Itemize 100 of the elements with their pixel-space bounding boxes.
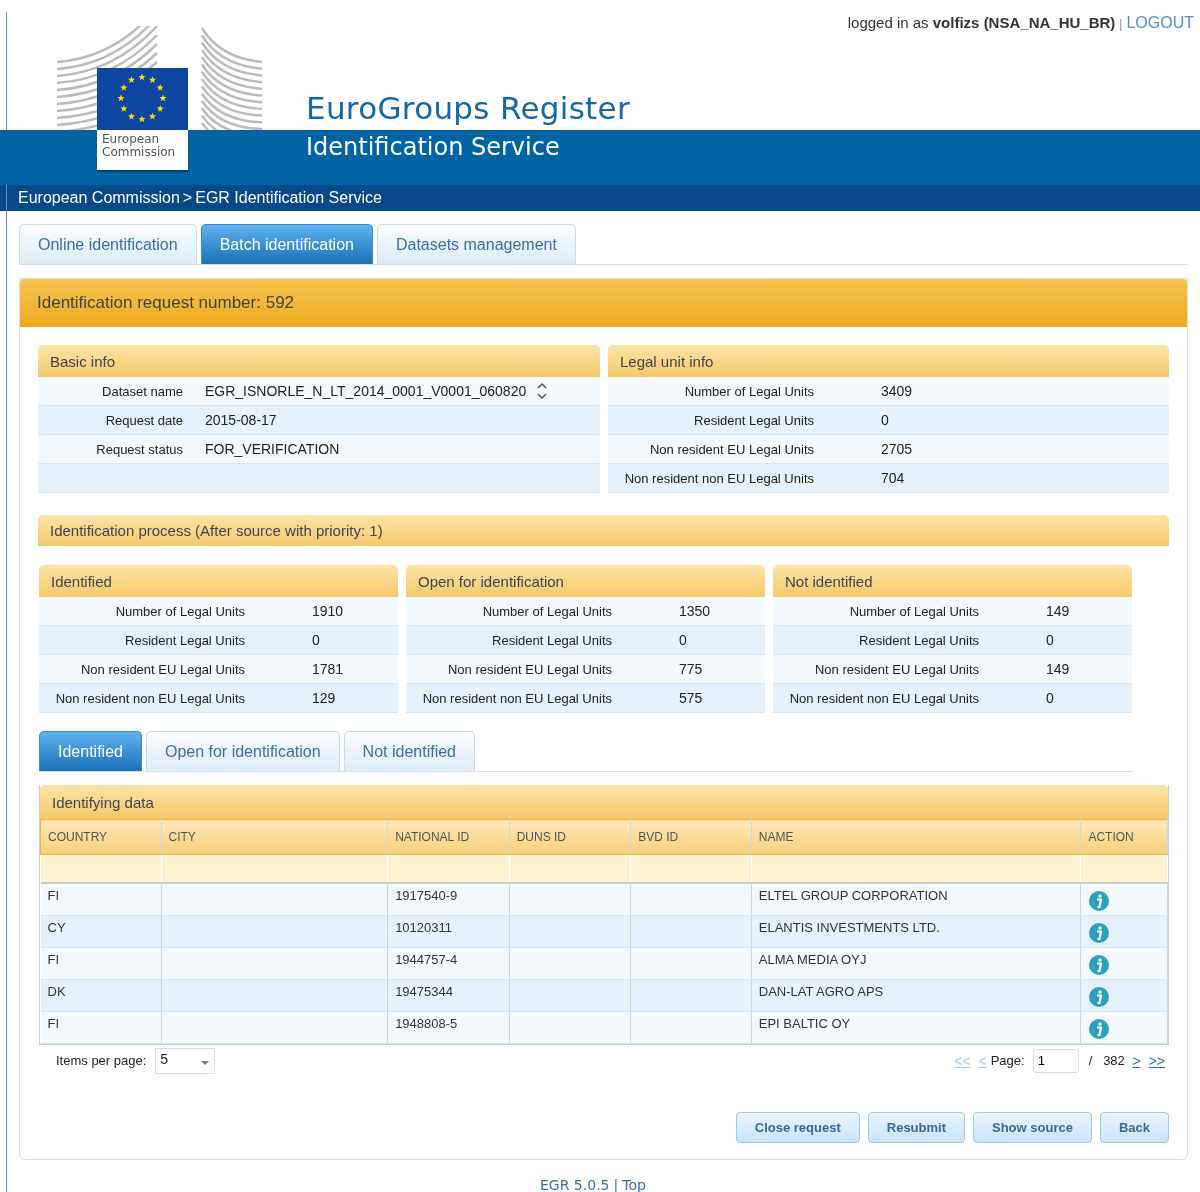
table-cell: FI [47, 951, 60, 967]
table-cell: 1948808-5 [395, 1015, 458, 1031]
tab[interactable]: Online identification [19, 224, 197, 264]
field-value: EGR_ISNORLE_N_LT_2014_0001_V0001_060820 [205, 383, 527, 399]
field-label: Non resident EU Legal Units [649, 441, 814, 457]
page-separator: / [1088, 1053, 1093, 1068]
info-icon[interactable] [1088, 1017, 1111, 1040]
field-value: 2015-08-17 [205, 412, 277, 428]
field-value: 1350 [679, 603, 711, 619]
tab[interactable]: Datasets management [376, 224, 576, 264]
field-label: Number of Legal Units [849, 603, 979, 619]
site-subtitle: Identification Service [306, 133, 560, 161]
column-header[interactable]: ACTION [1080, 819, 1168, 855]
table-cell: EPI BALTIC OY [758, 1015, 851, 1031]
column-header[interactable]: BVD ID [630, 819, 752, 855]
breadcrumb-item[interactable]: EGR Identification Service [195, 189, 382, 207]
items-per-page-select[interactable]: 5 [155, 1047, 216, 1074]
top-link[interactable]: Top [622, 1177, 646, 1192]
tab[interactable]: Not identified [343, 731, 475, 771]
tab[interactable]: Batch identification [200, 224, 373, 264]
column-header[interactable]: CITY [161, 819, 388, 855]
field-value: 129 [312, 690, 336, 706]
field-value: 3409 [881, 383, 913, 399]
field-value: 0 [679, 632, 687, 648]
section-header: Basic info [38, 345, 600, 377]
logout-link[interactable]: LOGOUT [1126, 14, 1194, 32]
caret-icon [200, 1059, 211, 1066]
version-text: EGR 5.0.5 [540, 1177, 610, 1192]
field-label: Non resident EU Legal Units [80, 661, 245, 677]
field-value: FOR_VERIFICATION [205, 441, 340, 457]
logo-text: European Commission [101, 131, 177, 161]
field-label: Non resident non EU Legal Units [422, 690, 612, 706]
field-label: Resident Legal Units [694, 412, 814, 428]
table-cell: FI [47, 1015, 60, 1031]
info-icon[interactable] [1088, 921, 1111, 944]
field-label: Number of Legal Units [482, 603, 612, 619]
separator-text: | [1119, 17, 1123, 31]
section-header: Open for identification [406, 565, 765, 597]
request-title-bar: Identification request number: 592 [20, 279, 1187, 327]
field-value: 0 [312, 632, 320, 648]
items-per-page-label: Items per page: [56, 1053, 147, 1068]
field-value: 775 [679, 661, 703, 677]
field-label: Non resident EU Legal Units [447, 661, 612, 677]
column-header[interactable]: COUNTRY [40, 819, 161, 855]
pager-link[interactable]: >> [1148, 1052, 1165, 1069]
table-cell: ELANTIS INVESTMENTS LTD. [758, 919, 940, 935]
table-cell: ELTEL GROUP CORPORATION [758, 887, 948, 903]
table-cell: 1917540-9 [395, 887, 458, 903]
action-button[interactable]: Resubmit [867, 1111, 965, 1143]
column-header[interactable]: NATIONAL ID [387, 819, 510, 855]
field-label: Request status [96, 441, 183, 457]
action-button[interactable]: Back [1099, 1111, 1169, 1143]
section-header: Identification process (After source with priority: 1) [38, 515, 1169, 546]
table-cell: ALMA MEDIA OYJ [758, 951, 867, 967]
info-icon[interactable] [1088, 953, 1111, 976]
field-value: 149 [1046, 661, 1070, 677]
table-cell: DAN-LAT AGRO APS [758, 983, 884, 999]
field-label: Request date [105, 412, 183, 428]
site-title: EuroGroups Register [306, 90, 630, 126]
table-cell: 19475344 [395, 983, 453, 999]
column-header[interactable]: NAME [751, 819, 1081, 855]
flag-icon [97, 68, 188, 130]
info-icon[interactable] [1088, 889, 1111, 912]
field-label: Non resident non EU Legal Units [55, 690, 245, 706]
action-button[interactable]: Show source [973, 1111, 1092, 1143]
field-label: Non resident non EU Legal Units [624, 470, 814, 486]
field-value: 149 [1046, 603, 1070, 619]
field-label: Resident Legal Units [492, 632, 612, 648]
field-label: Non resident non EU Legal Units [789, 690, 979, 706]
breadcrumb-item[interactable]: European Commission [18, 189, 180, 207]
section-header: Identifying data [40, 785, 1168, 819]
field-label: Resident Legal Units [859, 632, 979, 648]
scroll-arrows-icon[interactable] [536, 381, 549, 401]
breadcrumb-separator: > [182, 189, 193, 207]
field-value: 575 [679, 690, 703, 706]
table-cell: CY [47, 919, 66, 935]
field-label: Non resident EU Legal Units [814, 661, 979, 677]
table-cell: 10120311 [395, 919, 452, 935]
table-cell: FI [47, 887, 60, 903]
field-label: Number of Legal Units [115, 603, 245, 619]
page-input[interactable]: 1 [1032, 1048, 1079, 1073]
action-button[interactable]: Close request [735, 1111, 860, 1143]
page-total: 382 [1103, 1053, 1125, 1068]
table-cell: DK [47, 983, 66, 999]
field-value: 0 [1046, 632, 1054, 648]
field-label: Number of Legal Units [684, 383, 814, 399]
field-value: 1781 [312, 661, 344, 677]
table-cell: 1944757-4 [395, 951, 458, 967]
field-value: 0 [1046, 690, 1054, 706]
field-value: 1910 [312, 603, 344, 619]
field-label: Dataset name [102, 383, 183, 399]
column-header[interactable]: DUNS ID [509, 819, 631, 855]
field-label: Resident Legal Units [125, 632, 245, 648]
tab[interactable]: Open for identification [145, 731, 340, 771]
field-value: 704 [881, 470, 905, 486]
tab[interactable]: Identified [39, 731, 142, 771]
section-header: Identified [39, 565, 398, 597]
page-label: Page: [990, 1053, 1025, 1068]
info-icon[interactable] [1088, 985, 1111, 1008]
pager-link[interactable]: > [1132, 1052, 1141, 1069]
